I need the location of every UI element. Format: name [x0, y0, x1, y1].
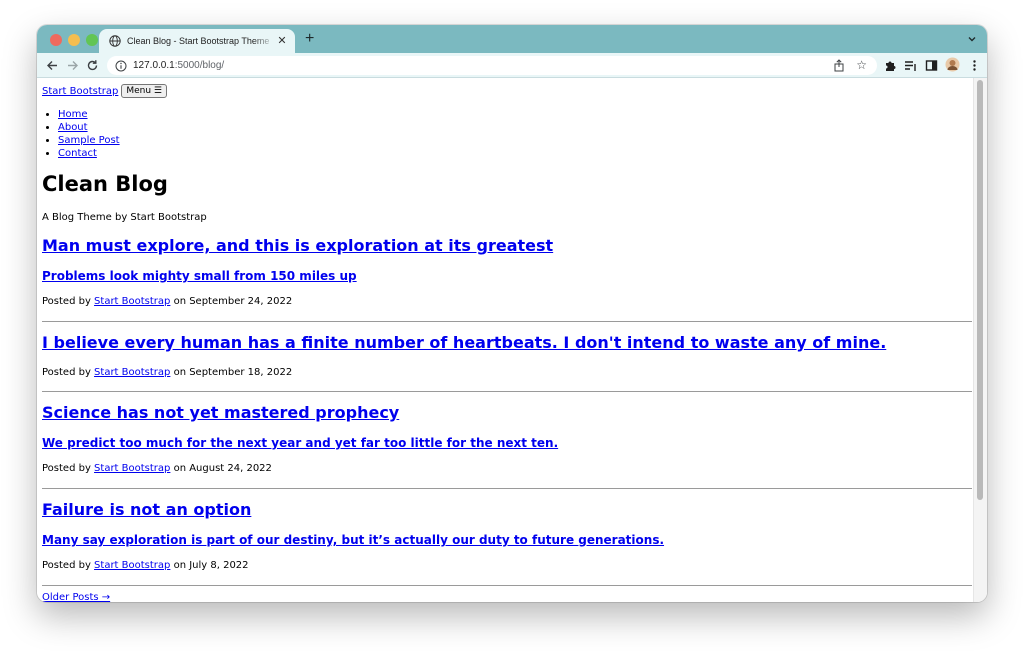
page-title: Clean Blog [42, 172, 168, 196]
post-meta-date: on September 24, 2022 [170, 296, 293, 307]
back-icon[interactable] [46, 59, 59, 72]
post-divider [42, 585, 972, 586]
minimize-window-button[interactable] [68, 34, 80, 46]
site-navbar: Start Bootstrap Menu ☰ [42, 83, 167, 99]
nav-link-contact[interactable]: Contact [58, 148, 97, 159]
post-meta-date: on August 24, 2022 [170, 463, 272, 474]
browser-toolbar: 127.0.0.1:5000/blog/ ☆ [37, 53, 987, 78]
nav-menu: Home About Sample Post Contact [58, 108, 120, 160]
post-author-link[interactable]: Start Bootstrap [94, 367, 170, 378]
star-icon[interactable]: ☆ [856, 58, 867, 72]
menu-button[interactable]: Menu ☰ [121, 84, 167, 98]
extensions-icon[interactable] [883, 59, 896, 72]
post-subtitle-link[interactable]: We predict too much for the next year an… [42, 436, 558, 450]
post-meta-date: on September 18, 2022 [170, 367, 293, 378]
url-path: :5000/blog/ [174, 60, 225, 71]
address-bar[interactable]: 127.0.0.1:5000/blog/ ☆ [107, 56, 877, 75]
post-subtitle-link[interactable]: Problems look mighty small from 150 mile… [42, 269, 357, 283]
reading-list-icon[interactable] [904, 59, 917, 72]
scrollbar-track[interactable] [973, 78, 987, 602]
post-meta: Posted by Start Bootstrap on July 8, 202… [42, 560, 249, 571]
scrollbar-thumb[interactable] [977, 80, 983, 500]
post-divider [42, 488, 972, 489]
older-posts-link[interactable]: Older Posts → [42, 592, 110, 602]
close-icon[interactable]: ✕ [275, 34, 289, 48]
more-menu-icon[interactable] [968, 59, 981, 72]
profile-avatar-icon[interactable] [945, 57, 960, 72]
close-window-button[interactable] [50, 34, 62, 46]
post-divider [42, 321, 972, 322]
page-viewport: Start Bootstrap Menu ☰ Home About Sample… [37, 78, 987, 602]
post-author-link[interactable]: Start Bootstrap [94, 560, 170, 571]
share-icon[interactable] [833, 59, 845, 72]
post-author-link[interactable]: Start Bootstrap [94, 296, 170, 307]
nav-item-about: About [58, 121, 120, 134]
post-title-link[interactable]: I believe every human has a finite numbe… [42, 333, 886, 352]
url-text: 127.0.0.1:5000/blog/ [133, 60, 224, 71]
post-title-link[interactable]: Man must explore, and this is exploratio… [42, 236, 553, 255]
tab-title: Clean Blog - Start Bootstrap Theme [127, 36, 270, 46]
post-author-link[interactable]: Start Bootstrap [94, 463, 170, 474]
post-meta-prefix: Posted by [42, 463, 95, 474]
nav-link-sample-post[interactable]: Sample Post [58, 135, 120, 146]
post-title-link[interactable]: Science has not yet mastered prophecy [42, 403, 399, 422]
forward-icon[interactable] [66, 59, 79, 72]
post-meta: Posted by Start Bootstrap on September 2… [42, 296, 292, 307]
browser-tab[interactable]: Clean Blog - Start Bootstrap Theme ✕ [99, 29, 295, 53]
tab-strip: Clean Blog - Start Bootstrap Theme ✕ + [37, 25, 987, 53]
tab-search-icon[interactable] [967, 34, 977, 44]
side-panel-icon[interactable] [925, 59, 938, 72]
post-meta-prefix: Posted by [42, 367, 95, 378]
page-subtitle: A Blog Theme by Start Bootstrap [42, 212, 207, 223]
post-subtitle-link[interactable]: Many say exploration is part of our dest… [42, 533, 664, 547]
reload-icon[interactable] [86, 59, 99, 72]
url-host: 127.0.0.1 [133, 60, 175, 71]
post-meta-prefix: Posted by [42, 560, 95, 571]
post-meta-date: on July 8, 2022 [170, 560, 249, 571]
nav-item-sample-post: Sample Post [58, 134, 120, 147]
post-divider [42, 391, 972, 392]
globe-icon [109, 35, 121, 47]
post-meta: Posted by Start Bootstrap on September 1… [42, 367, 292, 378]
nav-link-about[interactable]: About [58, 122, 88, 133]
post-title-link[interactable]: Failure is not an option [42, 500, 251, 519]
post-meta-prefix: Posted by [42, 296, 95, 307]
brand-link[interactable]: Start Bootstrap [42, 86, 118, 97]
nav-item-home: Home [58, 108, 120, 121]
info-icon[interactable] [115, 60, 127, 72]
nav-link-home[interactable]: Home [58, 109, 88, 120]
nav-item-contact: Contact [58, 147, 120, 160]
zoom-window-button[interactable] [86, 34, 98, 46]
post-meta: Posted by Start Bootstrap on August 24, … [42, 463, 272, 474]
new-tab-button[interactable]: + [305, 30, 314, 48]
browser-window: Clean Blog - Start Bootstrap Theme ✕ + 1… [37, 25, 987, 602]
